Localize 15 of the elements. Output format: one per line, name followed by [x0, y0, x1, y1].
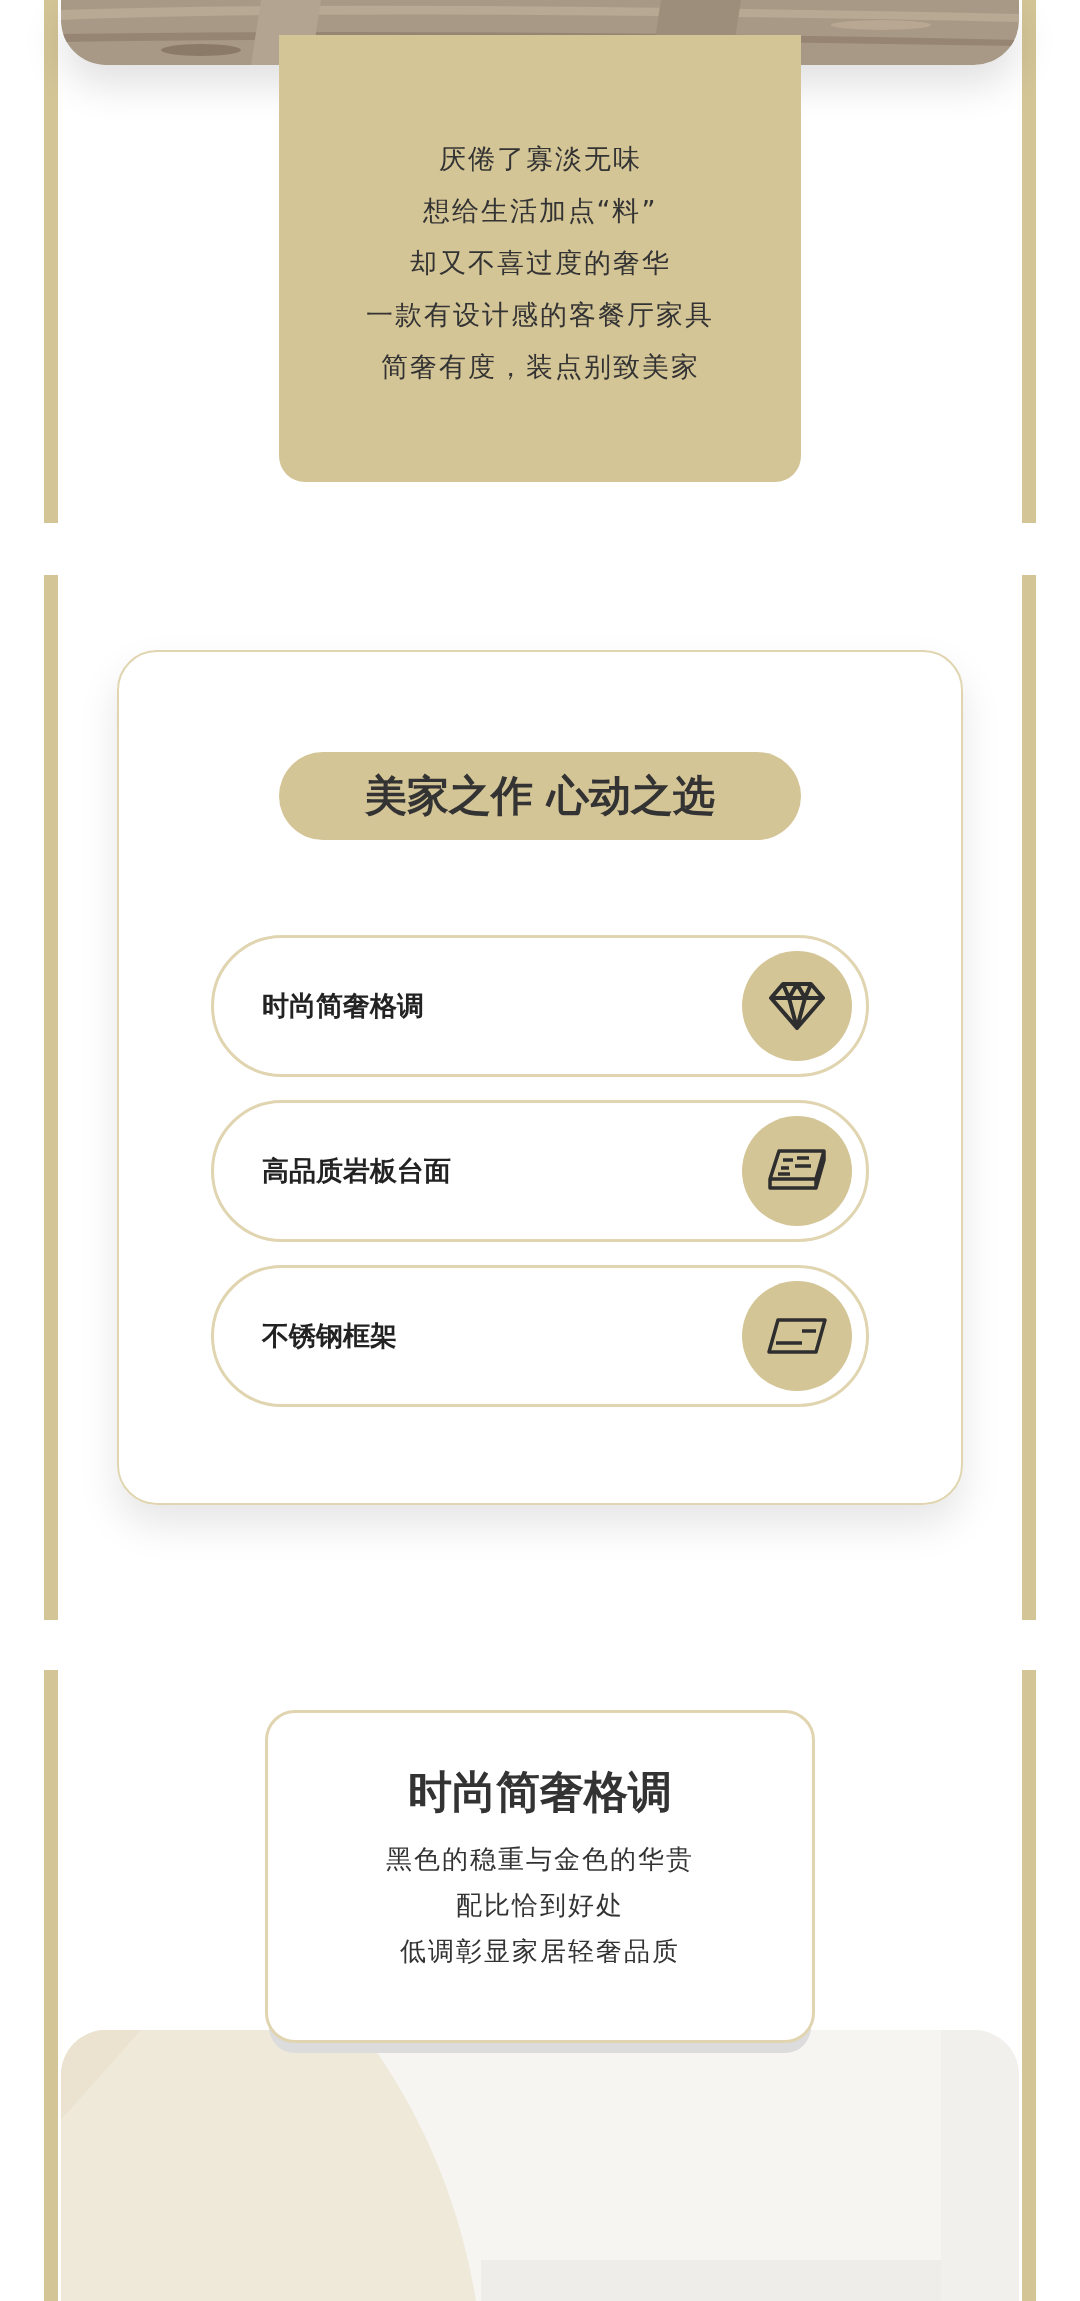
diamond-icon	[769, 981, 825, 1031]
feature-label: 高品质岩板台面	[262, 1154, 451, 1188]
feature-label: 时尚简奢格调	[262, 989, 424, 1023]
frame-icon	[766, 1316, 828, 1356]
feature-label: 不锈钢框架	[262, 1319, 397, 1353]
intro-text: 想给生活加点“料”	[422, 194, 658, 228]
feature-title: 时尚简奢格调	[408, 1765, 672, 1819]
section-title: 美家之作 心动之选	[279, 752, 801, 840]
intro-text: 厌倦了寡淡无味	[438, 142, 642, 176]
feature-text: 黑色的稳重与金色的华贵	[386, 1843, 694, 1876]
intro-text: 简奢有度，装点别致美家	[380, 350, 700, 384]
feature-text: 低调彰显家居轻奢品质	[400, 1935, 680, 1968]
intro-text: 一款有设计感的客餐厅家具	[366, 298, 714, 332]
feature-text: 配比恰到好处	[456, 1889, 624, 1922]
intro-text: 却又不喜过度的奢华	[409, 246, 671, 280]
